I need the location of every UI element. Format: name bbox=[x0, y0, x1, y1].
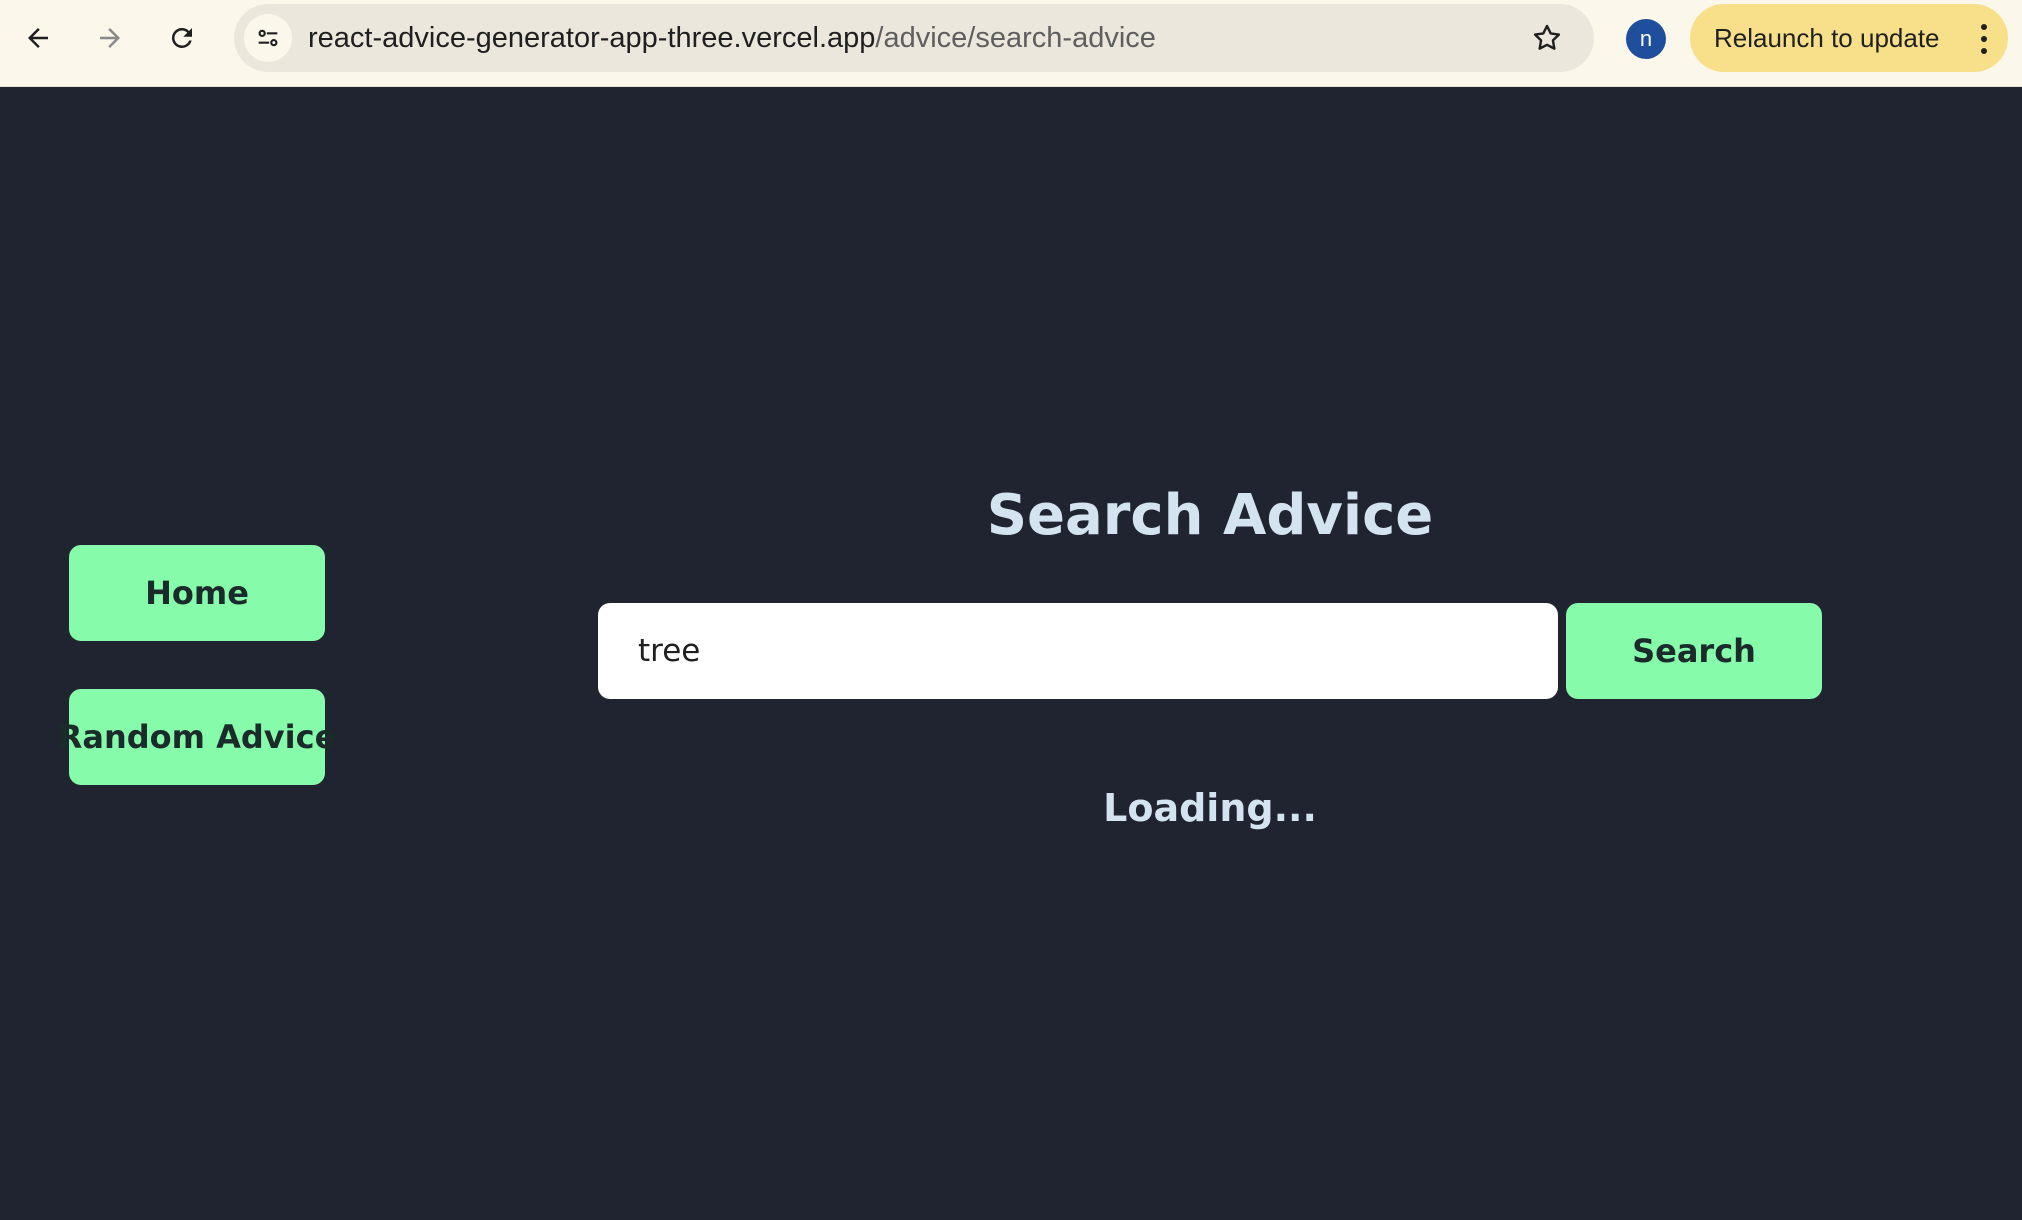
search-button[interactable]: Search bbox=[1566, 603, 1822, 699]
profile-avatar[interactable]: n bbox=[1626, 19, 1666, 59]
more-vert-icon[interactable] bbox=[1978, 24, 1990, 54]
reload-icon bbox=[171, 27, 192, 48]
loading-status: Loading... bbox=[1103, 786, 1317, 830]
star-icon[interactable] bbox=[1530, 21, 1564, 55]
address-bar[interactable]: react-advice-generator-app-three.vercel.… bbox=[234, 4, 1594, 72]
url-host: react-advice-generator-app-three.vercel.… bbox=[308, 22, 876, 54]
sidebar-item-random-advice[interactable]: Random Advice bbox=[58, 689, 336, 785]
site-settings-button[interactable] bbox=[244, 14, 292, 62]
url-text[interactable]: react-advice-generator-app-three.vercel.… bbox=[308, 4, 1156, 72]
relaunch-label: Relaunch to update bbox=[1714, 23, 1940, 53]
forward-button[interactable] bbox=[86, 14, 134, 62]
url-path: /advice/search-advice bbox=[875, 22, 1156, 54]
relaunch-button[interactable]: Relaunch to update bbox=[1690, 4, 2008, 72]
reload-button[interactable] bbox=[158, 14, 206, 62]
browser-toolbar: react-advice-generator-app-three.vercel.… bbox=[0, 0, 2022, 87]
back-arrow-icon bbox=[28, 28, 48, 48]
sidebar-item-home[interactable]: Home bbox=[69, 545, 325, 641]
search-input[interactable] bbox=[598, 603, 1558, 699]
site-settings-icon bbox=[258, 29, 278, 47]
page-title: Search Advice bbox=[986, 483, 1434, 548]
forward-arrow-icon bbox=[100, 28, 120, 48]
back-button[interactable] bbox=[14, 14, 62, 62]
